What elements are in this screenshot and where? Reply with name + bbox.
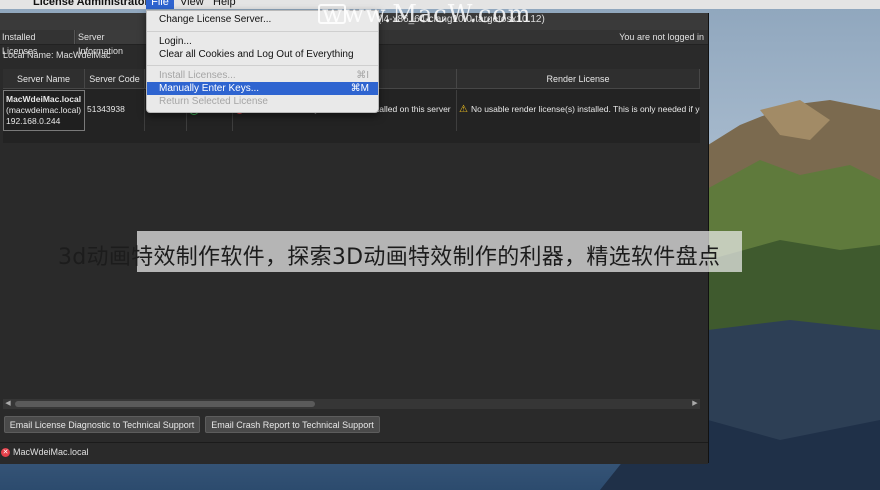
email-crash-report-button[interactable]: Email Crash Report to Technical Support bbox=[205, 416, 380, 433]
menu-item-login[interactable]: Login... bbox=[147, 35, 378, 48]
menu-item-label: Change License Server... bbox=[159, 14, 272, 25]
table-cell-render-license[interactable]: ⚠ No usable render license(s) installed. … bbox=[457, 90, 700, 131]
table-row-server-name[interactable]: MacWdeiMac.local (macwdeimac.local) 192.… bbox=[3, 90, 85, 131]
server-host: (macwdeimac.local) bbox=[6, 105, 82, 115]
watermark: www.MacW.com bbox=[322, 0, 532, 28]
server-ip: 192.168.0.244 bbox=[6, 116, 61, 126]
email-diagnostic-button[interactable]: Email License Diagnostic to Technical Su… bbox=[4, 416, 200, 433]
warning-icon: ⚠ bbox=[459, 104, 468, 116]
server-name: MacWdeiMac.local bbox=[6, 94, 82, 104]
menu-item-shortcut: ⌘I bbox=[356, 70, 369, 81]
table-cell-server-code[interactable]: 51343938 bbox=[85, 90, 145, 131]
login-status: You are not logged in bbox=[619, 32, 704, 42]
column-header-server-name[interactable]: Server Name bbox=[3, 69, 85, 89]
menu-item-label: Clear all Cookies and Log Out of Everyth… bbox=[159, 49, 354, 60]
scroll-left-icon[interactable]: ◀ bbox=[3, 399, 13, 409]
menu-item-install-licenses[interactable]: Install Licenses... ⌘I bbox=[147, 69, 378, 82]
column-header-server-code[interactable]: Server Code bbox=[85, 69, 145, 89]
menu-item-label: Login... bbox=[159, 36, 192, 47]
app-name-menu[interactable]: License Administrator bbox=[33, 0, 149, 9]
local-name-label: Local Name: MacWdeiMac bbox=[3, 50, 111, 60]
tab-installed-licenses[interactable]: Installed Licenses bbox=[0, 30, 75, 56]
menu-item-clear-cookies-logout[interactable]: Clear all Cookies and Log Out of Everyth… bbox=[147, 48, 378, 61]
column-header-render-license[interactable]: Render License bbox=[457, 69, 700, 89]
scroll-right-icon[interactable]: ▶ bbox=[690, 399, 700, 409]
menu-separator bbox=[147, 31, 378, 32]
server-error-icon: ✕ bbox=[1, 448, 10, 457]
tab-server-information[interactable]: Server Information bbox=[76, 30, 151, 56]
horizontal-scrollbar[interactable]: ◀ ▶ bbox=[3, 399, 700, 409]
menu-item-manually-enter-keys[interactable]: Manually Enter Keys... ⌘M bbox=[147, 82, 378, 95]
menu-item-label: Return Selected License bbox=[159, 96, 268, 107]
status-bar: ✕ MacWdeiMac.local bbox=[0, 442, 708, 464]
render-license-message: No usable render license(s) installed. T… bbox=[470, 104, 700, 114]
caption-text: 3d动画特效制作软件，探索3D动画特效制作的利器，精选软件盘点 bbox=[58, 245, 721, 270]
menu-separator bbox=[147, 65, 378, 66]
server-code: 51343938 bbox=[87, 104, 125, 114]
menu-item-label: Install Licenses... bbox=[159, 70, 236, 81]
help-menu[interactable]: Help bbox=[213, 0, 236, 9]
view-menu[interactable]: View bbox=[180, 0, 204, 9]
status-server-name: MacWdeiMac.local bbox=[13, 447, 89, 457]
menu-item-shortcut: ⌘M bbox=[350, 83, 369, 94]
menu-item-return-selected-license[interactable]: Return Selected License bbox=[147, 95, 378, 108]
file-menu[interactable]: File bbox=[146, 0, 174, 9]
menu-item-label: Manually Enter Keys... bbox=[159, 83, 260, 94]
scrollbar-thumb[interactable] bbox=[15, 401, 315, 407]
